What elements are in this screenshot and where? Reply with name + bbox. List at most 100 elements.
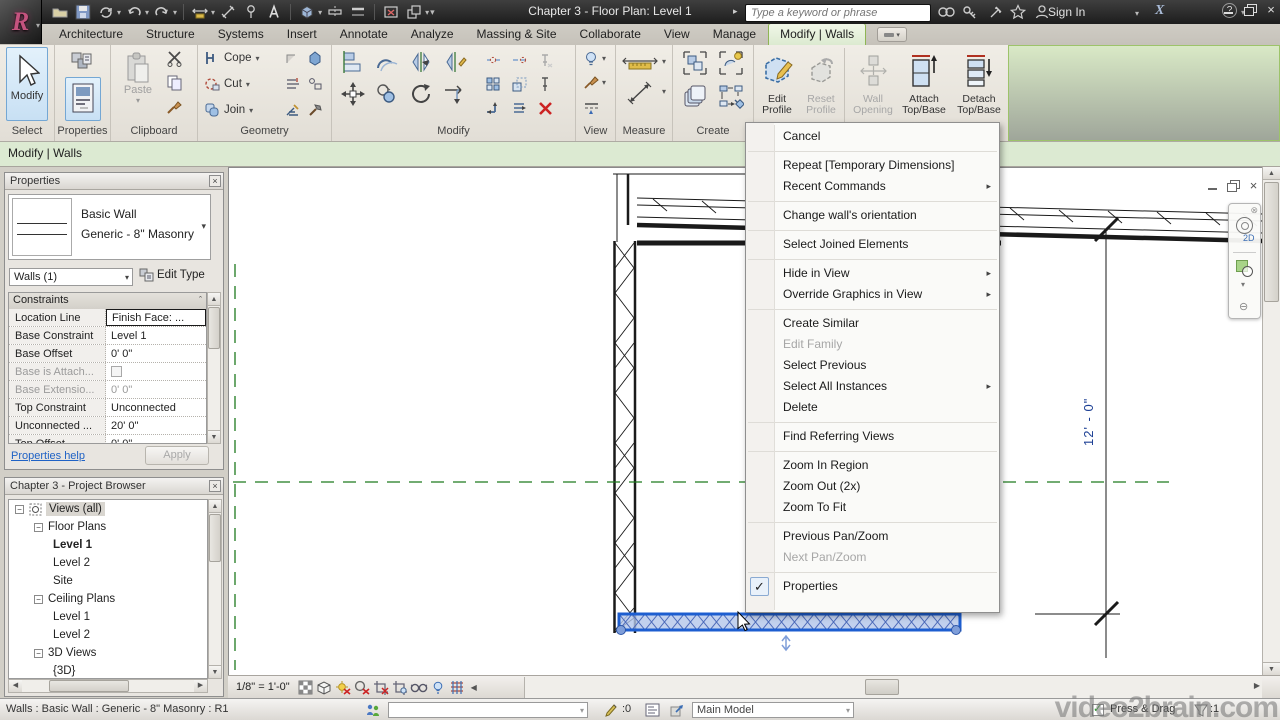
open-button[interactable] xyxy=(50,2,70,22)
canvas-vscrollbar[interactable]: ▲ ▼ xyxy=(1262,167,1280,675)
menu-item-cancel[interactable]: Cancel xyxy=(746,126,999,147)
mirror-draw-axis-icon[interactable] xyxy=(442,49,468,75)
tree-item-3d[interactable]: {3D} xyxy=(9,662,207,678)
measure-ruler-icon[interactable] xyxy=(622,51,658,71)
show-crop-region-icon[interactable] xyxy=(391,678,410,696)
measure-button[interactable] xyxy=(190,2,210,22)
section-button[interactable] xyxy=(325,2,345,22)
viewbar-collapse-icon[interactable]: ◀ xyxy=(471,683,477,692)
property-row-unconnected[interactable]: Unconnected ... 20' 0" xyxy=(9,417,206,435)
tab-view[interactable]: View xyxy=(653,24,701,45)
3d-view-dropdown-icon[interactable]: ▾ xyxy=(318,8,322,17)
selected-wall[interactable] xyxy=(616,612,962,652)
split-element-icon[interactable] xyxy=(484,51,502,69)
cope-button[interactable]: Cope ▾ xyxy=(204,50,260,66)
property-row-base-is-attach[interactable]: Base is Attach... xyxy=(9,363,206,381)
tree-item-ceiling-plans[interactable]: − Ceiling Plans xyxy=(9,590,207,608)
press-drag-label[interactable]: Press & Drag xyxy=(1110,703,1175,715)
demolish-hammer-icon[interactable] xyxy=(306,101,324,119)
tab-architecture[interactable]: Architecture xyxy=(48,24,134,45)
create-group-icon[interactable] xyxy=(681,49,709,77)
search-box[interactable] xyxy=(745,3,931,22)
properties-grid-scrollbar[interactable]: ▲ ▼ xyxy=(207,292,221,444)
menu-item-create-similar[interactable]: Create Similar xyxy=(746,313,999,334)
exchange-apps-icon[interactable]: X xyxy=(1155,3,1164,19)
property-value[interactable]: 0' 0" xyxy=(106,435,206,443)
linework-icon[interactable] xyxy=(582,97,600,115)
close-button[interactable]: × xyxy=(1265,3,1277,16)
property-row-base-offset[interactable]: Base Offset 0' 0" xyxy=(9,345,206,363)
temporary-hide-isolate-icon[interactable] xyxy=(429,678,448,696)
menu-item-select-previous[interactable]: Select Previous xyxy=(746,355,999,376)
scroll-thumb[interactable] xyxy=(865,679,899,695)
design-options-icon[interactable] xyxy=(644,702,662,718)
shadows-icon[interactable] xyxy=(353,678,372,696)
property-row-top-constraint[interactable]: Top Constraint Unconnected xyxy=(9,399,206,417)
wall-flip-control[interactable] xyxy=(781,634,791,652)
aligned-dimension-button[interactable] xyxy=(218,2,238,22)
sync-dropdown-icon[interactable]: ▾ xyxy=(117,8,121,17)
properties-toggle-button[interactable] xyxy=(65,77,101,121)
hide-dropdown-icon[interactable]: ▾ xyxy=(602,54,606,63)
property-value[interactable]: Level 1 xyxy=(106,327,206,344)
tag-button[interactable] xyxy=(241,2,261,22)
edit-type-button[interactable]: Edit Type xyxy=(139,267,205,282)
property-value[interactable]: 0' 0" xyxy=(106,381,206,398)
steering-wheel-icon[interactable] xyxy=(1236,217,1253,234)
sign-in-label[interactable]: Sign In xyxy=(1048,5,1085,19)
create-parts-icon[interactable] xyxy=(717,83,745,111)
search-input[interactable] xyxy=(745,4,931,22)
scroll-thumb[interactable] xyxy=(1264,182,1279,302)
press-drag-checkbox[interactable]: ✓ xyxy=(1092,703,1104,716)
trim-corner-icon[interactable] xyxy=(484,99,502,117)
properties-palette-titlebar[interactable]: Properties × xyxy=(5,173,223,190)
switch-windows-dropdown-icon[interactable]: ▾ xyxy=(425,8,429,17)
type-selector-dropdown-icon[interactable]: ▾ xyxy=(201,221,206,232)
tab-analyze[interactable]: Analyze xyxy=(400,24,465,45)
tree-item-3d-views[interactable]: −3D Views xyxy=(9,644,207,662)
menu-item-repeat-temporary-dimensions[interactable]: Repeat [Temporary Dimensions] xyxy=(746,155,999,176)
override-dropdown-icon[interactable]: ▾ xyxy=(602,78,606,87)
copy-icon[interactable] xyxy=(165,73,183,91)
visual-style-icon[interactable] xyxy=(315,678,334,696)
tree-item-level-2[interactable]: Level 2 xyxy=(9,626,207,644)
type-properties-icon[interactable] xyxy=(69,49,95,75)
exclude-options-icon[interactable] xyxy=(668,702,686,718)
restore-button[interactable] xyxy=(1244,4,1257,16)
view-close-button[interactable]: × xyxy=(1247,179,1260,192)
create-similar-icon[interactable] xyxy=(717,49,745,77)
left-wall[interactable] xyxy=(613,241,637,633)
unjoin-icon[interactable] xyxy=(306,75,324,93)
menu-item-change-wall-s-orientation[interactable]: Change wall's orientation xyxy=(746,205,999,226)
cut-geometry-button[interactable]: Cut ▾ xyxy=(204,76,250,92)
align-icon[interactable] xyxy=(340,49,366,75)
menu-item-override-graphics-in-view[interactable]: Override Graphics in View ▸ xyxy=(746,284,999,305)
property-row-base-constraint[interactable]: Base Constraint Level 1 xyxy=(9,327,206,345)
tab-systems[interactable]: Systems xyxy=(207,24,275,45)
property-value[interactable] xyxy=(106,363,206,380)
constraints-group-header[interactable]: Constraints ˆ xyxy=(9,293,206,309)
zoom-dropdown-icon[interactable]: ▾ xyxy=(1241,280,1245,289)
tree-item-label[interactable]: Level 2 xyxy=(53,557,90,569)
panel-label-properties[interactable]: Properties xyxy=(55,125,110,140)
tree-expander-icon[interactable]: − xyxy=(34,522,43,532)
tree-item-label[interactable]: Views (all) xyxy=(46,502,105,516)
pin-icon[interactable] xyxy=(536,75,554,93)
text-button[interactable] xyxy=(264,2,284,22)
tree-expander-icon[interactable]: − xyxy=(34,594,43,604)
property-row-location-line[interactable]: Location Line Finish Face: ... xyxy=(9,309,206,327)
communication-center-icon[interactable] xyxy=(986,3,1006,21)
tree-item-label[interactable]: Level 1 xyxy=(53,611,90,623)
tree-expander-icon[interactable]: − xyxy=(34,648,43,658)
tree-item-label[interactable]: {3D} xyxy=(53,665,75,677)
tab-insert[interactable]: Insert xyxy=(276,24,328,45)
menu-item-hide-in-view[interactable]: Hide in View ▸ xyxy=(746,263,999,284)
tab-massing-site[interactable]: Massing & Site xyxy=(466,24,568,45)
sun-path-icon[interactable] xyxy=(334,678,353,696)
mirror-pick-axis-icon[interactable] xyxy=(408,49,434,75)
tree-item-label[interactable]: Site xyxy=(53,575,73,587)
redo-button[interactable] xyxy=(152,2,172,22)
zoom-region-icon[interactable] xyxy=(1236,260,1253,277)
property-value[interactable]: Finish Face: ... xyxy=(106,309,206,326)
reveal-hidden-glasses-icon[interactable] xyxy=(410,678,429,696)
